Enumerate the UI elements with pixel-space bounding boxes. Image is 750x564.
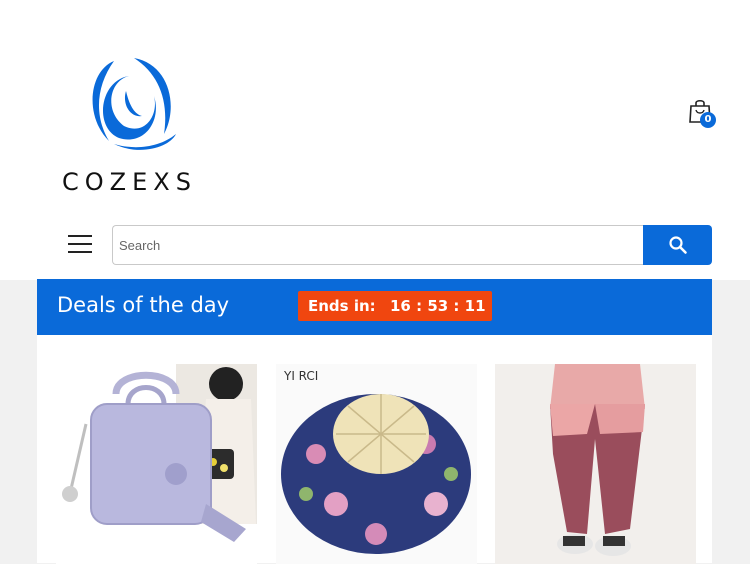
cart-button[interactable]: 0 xyxy=(688,98,718,130)
countdown-value: 16 : 53 : 11 xyxy=(390,297,486,315)
deals-title: Deals of the day xyxy=(57,293,230,317)
deals-section: Deals of the day Ends in: 16 : 53 : 11 Y… xyxy=(37,279,712,564)
cart-count-badge: 0 xyxy=(700,112,716,128)
countdown-timer: Ends in: 16 : 53 : 11 xyxy=(298,291,492,321)
product-image[interactable]: YI RCI xyxy=(276,364,477,564)
product-image[interactable] xyxy=(56,364,257,564)
search-icon xyxy=(668,236,687,254)
product-image[interactable] xyxy=(495,364,696,564)
search-button[interactable] xyxy=(643,225,712,265)
logo-icon xyxy=(92,58,176,150)
search-bar xyxy=(112,225,712,265)
product-card[interactable] xyxy=(495,364,696,564)
site-header: COZEXS 0 xyxy=(0,0,750,280)
search-input[interactable] xyxy=(112,225,655,265)
countdown-label: Ends in: xyxy=(308,297,376,315)
product-card[interactable]: YI RCI xyxy=(276,364,477,564)
deals-header: Deals of the day Ends in: 16 : 53 : 11 xyxy=(37,279,712,335)
product-card[interactable] xyxy=(56,364,257,564)
logo[interactable]: COZEXS xyxy=(62,56,207,196)
brand-name: COZEXS xyxy=(62,168,197,196)
menu-icon[interactable] xyxy=(68,235,92,253)
product-image-text: YI RCI xyxy=(283,369,318,383)
